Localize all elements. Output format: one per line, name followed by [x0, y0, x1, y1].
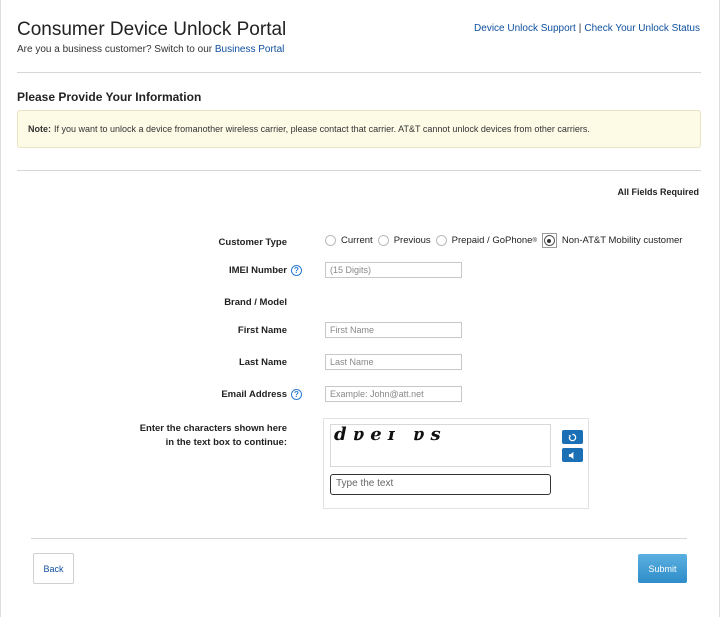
captcha-instruction-line1: Enter the characters shown here	[139, 423, 287, 434]
radio-label-non-att: Non-AT&T Mobility customer	[561, 235, 683, 246]
radio-current[interactable]	[325, 235, 336, 246]
email-input[interactable]: Example: John@att.net	[325, 386, 462, 402]
page-title: Consumer Device Unlock Portal	[17, 19, 287, 40]
customer-type-label: Customer Type	[218, 237, 287, 248]
header-divider	[17, 72, 701, 73]
imei-input[interactable]: (15 Digits)	[325, 262, 462, 278]
note-label: Note:	[28, 124, 51, 134]
radio-option-prepaid[interactable]: Prepaid / GoPhone ®	[435, 235, 537, 246]
email-label-row: Email Address?	[181, 389, 302, 400]
imei-label-row: IMEI Number?	[181, 265, 302, 276]
note-divider	[17, 170, 701, 171]
last-name-input[interactable]: Last Name	[325, 354, 462, 370]
business-portal-link[interactable]: Business Portal	[215, 44, 284, 55]
refresh-icon	[568, 433, 577, 441]
carrier-note: Note: If you want to unlock a device fro…	[17, 110, 701, 148]
subline-text: Are you a business customer? Switch to o…	[17, 44, 213, 55]
last-name-label: Last Name	[238, 357, 287, 368]
imei-help-icon[interactable]: ?	[291, 265, 302, 276]
check-unlock-status-link[interactable]: Check Your Unlock Status	[584, 23, 700, 34]
radio-non-att[interactable]	[543, 235, 555, 246]
link-separator: |	[578, 23, 582, 34]
radio-option-previous[interactable]: Previous	[377, 235, 431, 246]
footer-divider	[31, 538, 687, 539]
first-name-label: First Name	[237, 325, 287, 336]
all-fields-required: All Fields Required	[617, 187, 699, 197]
customer-type-radio-group: Current Previous Prepaid / GoPhone ® Non-…	[325, 233, 687, 248]
email-help-icon[interactable]: ?	[291, 389, 302, 400]
captcha-characters: dɐeɪ ɐs	[334, 424, 447, 445]
back-button[interactable]: Back	[33, 553, 74, 584]
first-name-input[interactable]: First Name	[325, 322, 462, 338]
radio-focus-box	[541, 233, 557, 248]
radio-option-non-att[interactable]: Non-AT&T Mobility customer	[541, 233, 683, 248]
submit-button[interactable]: Submit	[638, 554, 687, 583]
audio-icon	[568, 451, 574, 459]
captcha-text-input[interactable]: Type the text	[330, 474, 551, 495]
section-title: Please Provide Your Information	[17, 90, 202, 104]
radio-label-prepaid: Prepaid / GoPhone	[451, 235, 533, 246]
radio-label-previous: Previous	[393, 235, 431, 246]
captcha-instruction-line2: in the text box to continue:	[165, 437, 287, 448]
captcha-refresh-button[interactable]	[562, 430, 583, 444]
radio-prepaid[interactable]	[435, 235, 447, 246]
brand-model-label: Brand / Model	[224, 297, 287, 308]
captcha-audio-button[interactable]	[562, 448, 583, 462]
note-text: If you want to unlock a device fromanoth…	[54, 124, 590, 134]
radio-previous[interactable]	[377, 235, 389, 246]
radio-option-current[interactable]: Current	[325, 235, 373, 246]
imei-label: IMEI Number	[228, 265, 287, 277]
radio-label-current: Current	[341, 235, 373, 246]
top-links: Device Unlock Support | Check Your Unlock …	[474, 23, 700, 34]
registered-mark: ®	[532, 237, 537, 244]
business-customer-prompt: Are you a business customer? Switch to o…	[17, 44, 284, 55]
email-label: Email Address	[221, 389, 287, 401]
page-frame: Consumer Device Unlock Portal Are you a …	[0, 0, 720, 617]
captcha-instructions: Enter the characters shown here in the t…	[121, 422, 287, 450]
device-unlock-support-link[interactable]: Device Unlock Support	[474, 23, 576, 34]
